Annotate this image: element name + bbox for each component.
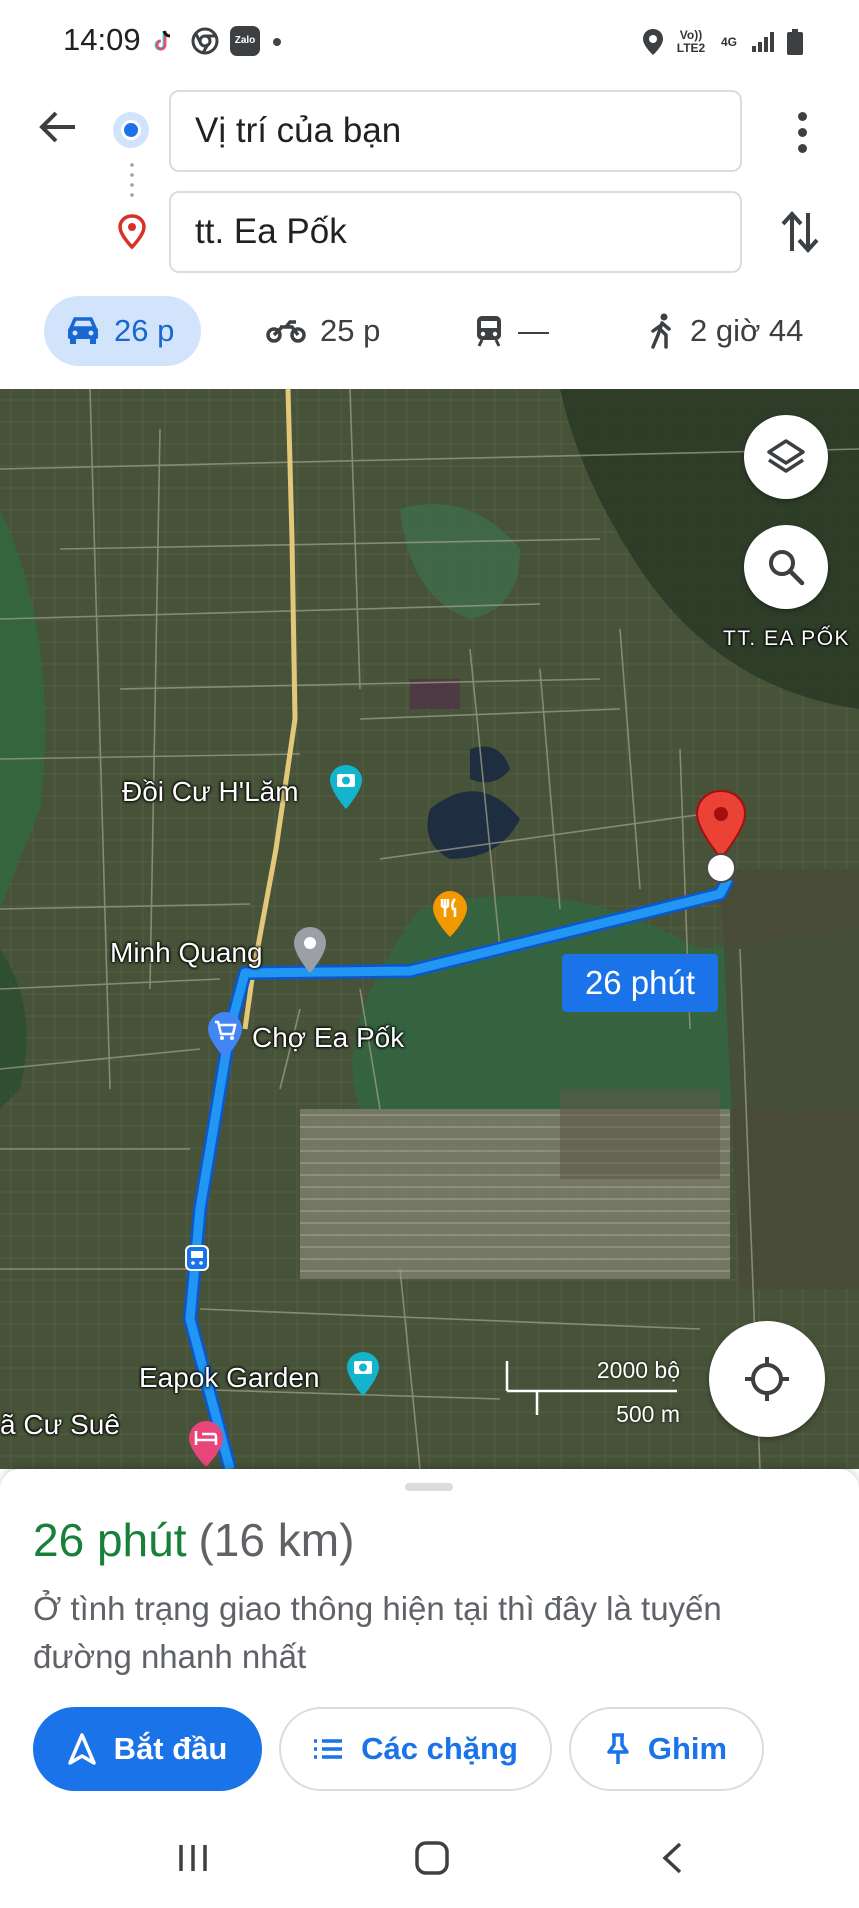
route-connector-dots	[130, 160, 134, 200]
walking-icon	[651, 313, 671, 349]
location-icon	[643, 29, 663, 55]
swap-vertical-icon	[781, 211, 819, 253]
scale-imperial: 2000 bộ	[596, 1357, 680, 1383]
origin-marker-icon	[113, 112, 149, 148]
zalo-icon: Zalo	[230, 26, 260, 56]
map-scale: 2000 bộ 500 m	[505, 1357, 680, 1427]
pin-button[interactable]: Ghim	[569, 1707, 764, 1791]
mode-walk-label: 2 giờ 44	[690, 313, 804, 348]
home-button[interactable]	[402, 1838, 462, 1878]
scale-metric: 500 m	[616, 1401, 680, 1427]
mode-drive-label: 26 p	[114, 313, 175, 348]
bus-stop-icon[interactable]	[185, 1245, 209, 1271]
layers-icon	[767, 439, 805, 473]
start-navigation-button[interactable]: Bắt đầu	[33, 1707, 262, 1791]
pushpin-icon	[607, 1733, 629, 1764]
signal-icon	[752, 32, 774, 52]
search-icon	[769, 550, 805, 586]
motorbike-icon	[266, 320, 306, 343]
system-back-button[interactable]	[642, 1838, 702, 1878]
notification-dot	[273, 38, 281, 46]
tiktok-icon	[148, 26, 178, 56]
more-options-button[interactable]	[780, 106, 824, 158]
mode-motorbike-label: 25 p	[320, 313, 381, 348]
trip-duration: 26 phút	[33, 1514, 187, 1566]
status-right: Vo)) LTE2 4G	[642, 24, 804, 60]
map-place-label: Đồi Cư H'Lăm	[122, 776, 299, 807]
mode-transit-label: —	[518, 313, 549, 348]
travel-modes: 26 p 25 p — 2 giờ 44	[0, 296, 859, 370]
map-place-label: Chợ Ea Pốk	[252, 1022, 405, 1053]
status-time: 14:09	[63, 22, 141, 57]
train-icon	[477, 316, 501, 347]
recents-icon	[179, 1845, 207, 1871]
my-location-button[interactable]	[709, 1321, 825, 1437]
route-duration-chip[interactable]: 26 phút	[562, 954, 718, 1012]
hotel-poi-icon[interactable]	[187, 1419, 225, 1469]
restaurant-poi-icon[interactable]	[431, 889, 469, 939]
route-bottom-sheet[interactable]: 26 phút (16 km) Ở tình trạng giao thông h…	[0, 1469, 859, 1908]
steps-label: Các chặng	[361, 1731, 518, 1766]
trip-summary: 26 phút (16 km)	[33, 1513, 354, 1567]
volte-indicator: Vo)) LTE2	[676, 28, 706, 55]
car-icon	[68, 317, 98, 344]
map-layers-button[interactable]	[744, 415, 828, 499]
chrome-icon	[190, 26, 220, 56]
system-nav-bar	[0, 1808, 859, 1908]
map-search-button[interactable]	[744, 525, 828, 609]
mode-motorbike[interactable]: 25 p	[266, 296, 380, 366]
swap-endpoints-button[interactable]	[774, 204, 826, 260]
place-poi-icon[interactable]	[292, 925, 328, 975]
map-area-label: TT. EA PỐK	[723, 627, 851, 650]
map-place-label: Eapok Garden	[139, 1362, 320, 1393]
screen: 14:09 Zalo Vo)) LTE2 4G Vị trí của bạn t…	[0, 0, 859, 1908]
map-place-label: Minh Quang	[110, 937, 263, 968]
satellite-map	[0, 389, 859, 1469]
mode-drive[interactable]: 26 p	[44, 296, 201, 366]
start-label: Bắt đầu	[113, 1731, 228, 1766]
destination-map-pin-icon[interactable]	[693, 789, 749, 889]
destination-pin-icon	[118, 214, 146, 250]
destination-text: tt. Ea Pốk	[195, 212, 347, 251]
trip-note: Ở tình trạng giao thông hiện tại thì đây…	[33, 1590, 722, 1675]
mode-walk[interactable]: 2 giờ 44	[648, 296, 803, 366]
mode-transit[interactable]: —	[474, 296, 549, 366]
back-button[interactable]	[32, 101, 84, 153]
trip-distance: (16 km)	[198, 1514, 355, 1566]
camera-poi-icon[interactable]	[328, 763, 364, 811]
my-location-icon	[745, 1357, 789, 1401]
destination-field[interactable]: tt. Ea Pốk	[169, 191, 742, 273]
battery-icon	[787, 29, 803, 55]
shopping-poi-icon[interactable]	[206, 1010, 244, 1060]
status-bar: 14:09 Zalo Vo)) LTE2 4G	[0, 0, 859, 86]
steps-button[interactable]: Các chặng	[279, 1707, 552, 1791]
sheet-drag-handle[interactable]	[405, 1483, 453, 1491]
origin-field[interactable]: Vị trí của bạn	[169, 90, 742, 172]
recent-apps-button[interactable]	[163, 1838, 223, 1878]
network-4g-indicator: 4G	[720, 34, 737, 49]
chevron-left-icon	[662, 1842, 682, 1874]
navigation-arrow-icon	[67, 1733, 96, 1765]
arrow-back-icon	[39, 111, 75, 143]
camera-poi-icon[interactable]	[345, 1350, 381, 1398]
map-place-label: ã Cư Suê	[0, 1409, 120, 1440]
pin-label: Ghim	[647, 1731, 728, 1766]
origin-text: Vị trí của bạn	[195, 111, 402, 150]
map-view[interactable]: TT. EA PỐK Đồi Cư H'Lăm Minh Quang Chợ E…	[0, 389, 859, 1469]
home-icon	[415, 1841, 449, 1875]
list-icon	[314, 1739, 343, 1759]
